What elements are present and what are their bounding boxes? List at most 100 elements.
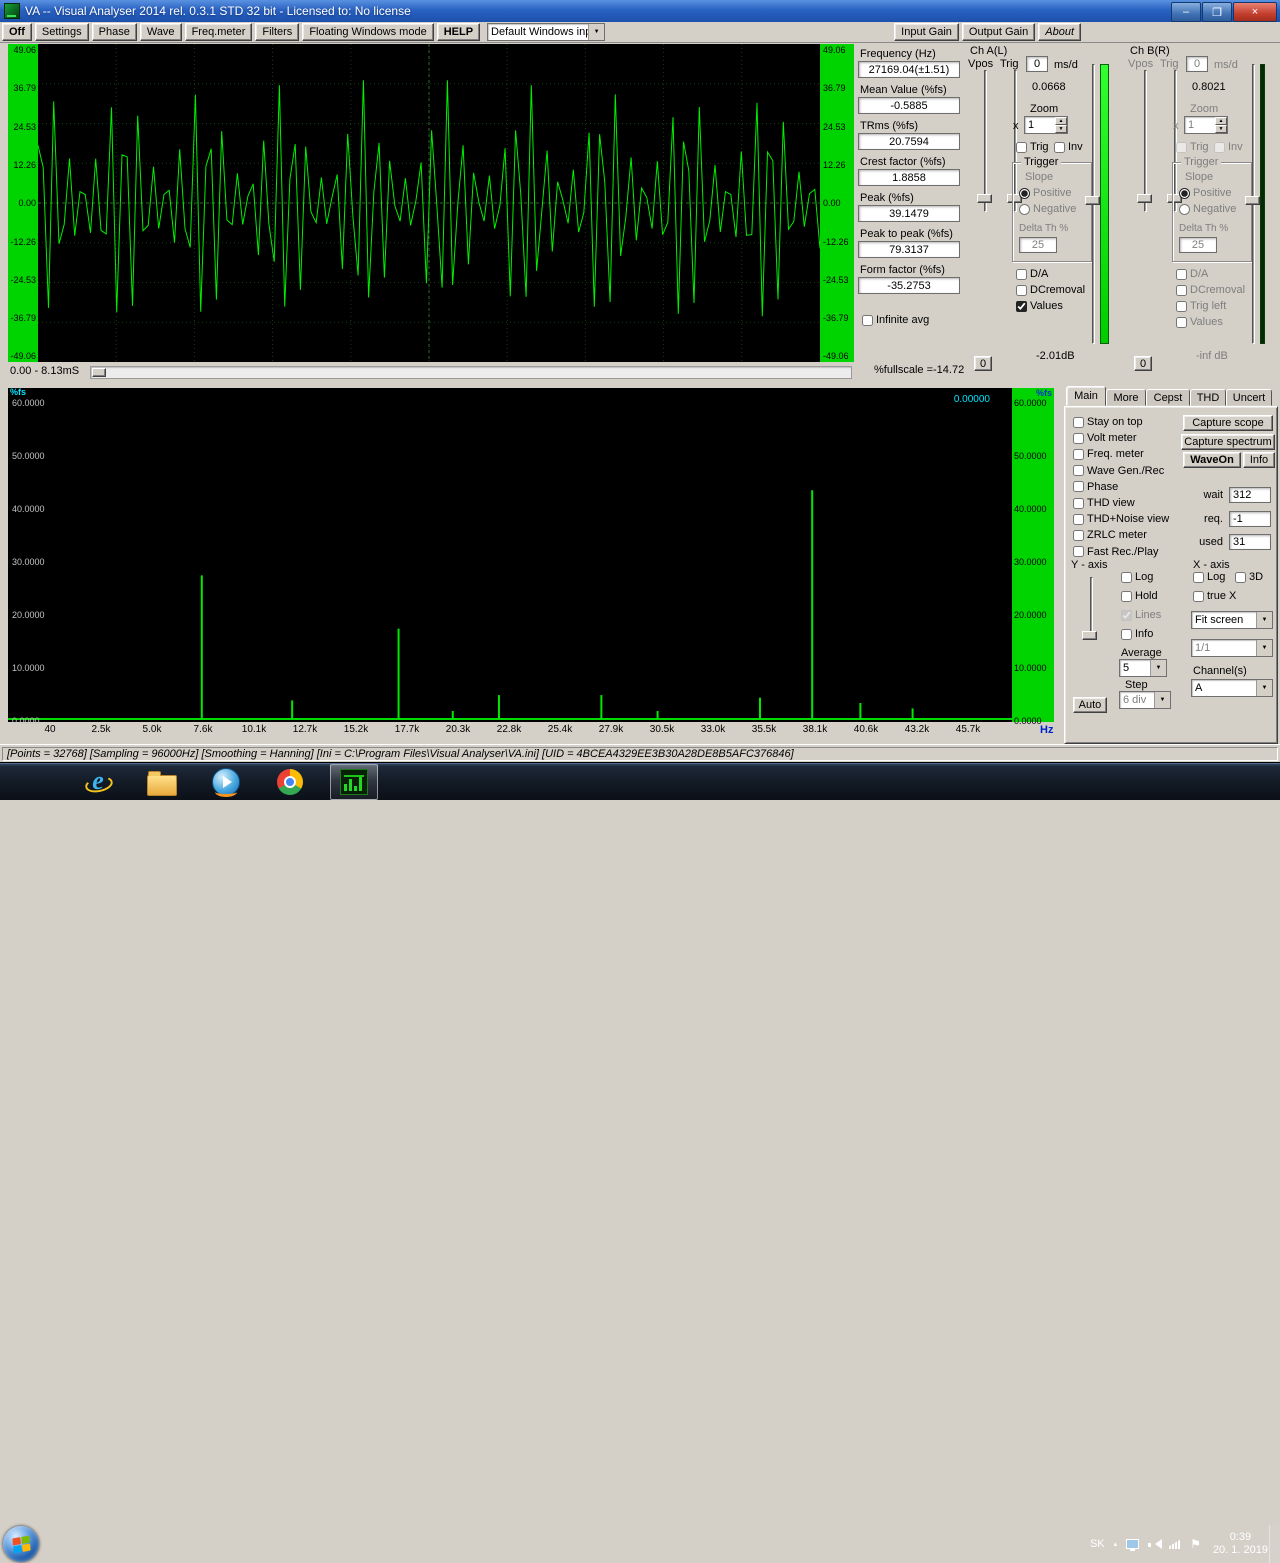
option-thd-noise-view-checkbox[interactable] bbox=[1073, 514, 1084, 525]
option-freq-meter[interactable]: Freq. meter bbox=[1073, 448, 1144, 460]
fit-screen-select[interactable]: Fit screen▼ bbox=[1191, 611, 1273, 629]
channel-a-vpos-slider[interactable] bbox=[984, 70, 987, 212]
auto-button[interactable]: Auto bbox=[1073, 697, 1107, 713]
y-axis-slider[interactable] bbox=[1090, 577, 1093, 639]
channel-a-check-values-checkbox[interactable] bbox=[1016, 301, 1027, 312]
option-thd-view[interactable]: THD view bbox=[1073, 497, 1135, 509]
channel-a-check-dcremoval-checkbox[interactable] bbox=[1016, 285, 1027, 296]
channel-a-slope-positive-radio[interactable] bbox=[1019, 188, 1030, 199]
channel-b-inv-check-checkbox[interactable] bbox=[1214, 142, 1225, 153]
channel-a-zero-button[interactable]: 0 bbox=[974, 356, 992, 371]
option-wave-gen-rec[interactable]: Wave Gen./Rec bbox=[1073, 465, 1164, 477]
step-select[interactable]: 6 div▼ bbox=[1119, 691, 1171, 709]
option-thd-view-checkbox[interactable] bbox=[1073, 498, 1084, 509]
y-axis-info[interactable]: Info bbox=[1121, 628, 1153, 640]
average-select-dropdown-icon[interactable]: ▼ bbox=[1150, 660, 1166, 676]
y-axis-info-checkbox[interactable] bbox=[1121, 629, 1132, 640]
channel-b-check-values[interactable]: Values bbox=[1176, 316, 1223, 328]
channel-b-delta-value[interactable]: 25 bbox=[1179, 237, 1217, 253]
average-select[interactable]: 5▼ bbox=[1119, 659, 1167, 677]
channel-b-check-trig-left[interactable]: Trig left bbox=[1176, 300, 1226, 312]
channel-a-zoom-spinner-buttons[interactable]: ▲▼ bbox=[1055, 117, 1067, 133]
field-wait-input[interactable]: 312 bbox=[1229, 487, 1271, 503]
floating-windows-button[interactable]: Floating Windows mode bbox=[302, 23, 433, 41]
y-axis-slider-thumb[interactable] bbox=[1082, 631, 1097, 640]
channel-a-slope-negative[interactable]: Negative bbox=[1019, 203, 1076, 215]
channel-a-check-d-a-checkbox[interactable] bbox=[1016, 269, 1027, 280]
channel-b-inv-check[interactable]: Inv bbox=[1214, 141, 1243, 153]
channel-a-zoom-spinner-up-icon[interactable]: ▲ bbox=[1055, 117, 1067, 125]
y-axis-lines[interactable]: Lines bbox=[1121, 609, 1161, 621]
taskbar-chrome[interactable] bbox=[266, 764, 314, 800]
x-axis-truex-checkbox[interactable] bbox=[1193, 591, 1204, 602]
input-gain-button[interactable]: Input Gain bbox=[894, 23, 959, 41]
language-indicator[interactable]: SK bbox=[1090, 1538, 1105, 1550]
channel-a-level-thumb[interactable] bbox=[1085, 196, 1100, 205]
start-button[interactable] bbox=[3, 1526, 39, 1562]
channel-b-check-dcremoval-checkbox[interactable] bbox=[1176, 285, 1187, 296]
channel-b-level-thumb[interactable] bbox=[1245, 196, 1260, 205]
channel-a-trig-check-checkbox[interactable] bbox=[1016, 142, 1027, 153]
scope-scrollbar[interactable] bbox=[90, 366, 852, 379]
channel-b-slope-negative[interactable]: Negative bbox=[1179, 203, 1236, 215]
option-fast-rec-play[interactable]: Fast Rec./Play bbox=[1073, 546, 1159, 558]
tab-thd[interactable]: THD bbox=[1190, 389, 1226, 406]
option-zrlc-meter-checkbox[interactable] bbox=[1073, 530, 1084, 541]
channel-b-trig-check[interactable]: Trig bbox=[1176, 141, 1209, 153]
capture-scope-button[interactable]: Capture scope bbox=[1183, 415, 1273, 431]
field-req-input[interactable]: -1 bbox=[1229, 511, 1271, 527]
option-thd-noise-view[interactable]: THD+Noise view bbox=[1073, 513, 1169, 525]
channel-a-offset-box[interactable]: 0 bbox=[1026, 56, 1048, 72]
action-center-icon[interactable]: ⚑ bbox=[1190, 1538, 1201, 1550]
tab-cepst[interactable]: Cepst bbox=[1146, 389, 1190, 406]
taskbar-visual-analyser[interactable] bbox=[330, 764, 378, 800]
tab-uncert[interactable]: Uncert bbox=[1226, 389, 1272, 406]
x-axis-log[interactable]: Log bbox=[1193, 571, 1225, 583]
channel-b-slope-positive[interactable]: Positive bbox=[1179, 187, 1232, 199]
channel-a-inv-check[interactable]: Inv bbox=[1054, 141, 1083, 153]
info-button[interactable]: Info bbox=[1243, 452, 1275, 468]
scope-scrollbar-handle[interactable] bbox=[92, 368, 106, 377]
close-button[interactable]: × bbox=[1233, 2, 1277, 22]
y-axis-log-checkbox[interactable] bbox=[1121, 572, 1132, 583]
option-fast-rec-play-checkbox[interactable] bbox=[1073, 546, 1084, 557]
y-axis-hold[interactable]: Hold bbox=[1121, 590, 1158, 602]
channel-a-inv-check-checkbox[interactable] bbox=[1054, 142, 1065, 153]
tab-main[interactable]: Main bbox=[1066, 386, 1106, 406]
show-desktop-button[interactable] bbox=[1269, 1525, 1280, 1563]
freq-meter-button[interactable]: Freq.meter bbox=[185, 23, 253, 41]
channel-b-slope-negative-radio[interactable] bbox=[1179, 204, 1190, 215]
channel-b-trig-check-checkbox[interactable] bbox=[1176, 142, 1187, 153]
taskbar-internet-explorer[interactable]: e bbox=[74, 764, 122, 800]
channel-a-vpos-slider-thumb[interactable] bbox=[977, 194, 992, 203]
channel-b-vpos-slider-thumb[interactable] bbox=[1137, 194, 1152, 203]
step-select-dropdown-icon[interactable]: ▼ bbox=[1154, 692, 1170, 708]
channel-a-check-values[interactable]: Values bbox=[1016, 300, 1063, 312]
field-used-input[interactable]: 31 bbox=[1229, 534, 1271, 550]
infinite-avg-checkbox[interactable] bbox=[862, 315, 873, 326]
channel-a-check-dcremoval[interactable]: DCremoval bbox=[1016, 284, 1085, 296]
off-button[interactable]: Off bbox=[2, 23, 32, 41]
channel-b-vpos-slider[interactable] bbox=[1144, 70, 1147, 212]
maximize-button[interactable]: ❐ bbox=[1202, 2, 1232, 22]
help-button[interactable]: HELP bbox=[437, 23, 480, 41]
x-axis-3d[interactable]: 3D bbox=[1235, 571, 1263, 583]
option-volt-meter-checkbox[interactable] bbox=[1073, 433, 1084, 444]
channel-b-slope-positive-radio[interactable] bbox=[1179, 188, 1190, 199]
option-stay-on-top[interactable]: Stay on top bbox=[1073, 416, 1143, 428]
channel-b-zero-button[interactable]: 0 bbox=[1134, 356, 1152, 371]
ratio-select[interactable]: 1/1▼ bbox=[1191, 639, 1273, 657]
channel-select-dropdown-icon[interactable]: ▼ bbox=[1256, 680, 1272, 696]
option-phase[interactable]: Phase bbox=[1073, 481, 1118, 493]
channel-b-check-trig-left-checkbox[interactable] bbox=[1176, 301, 1187, 312]
channel-a-check-d-a[interactable]: D/A bbox=[1016, 268, 1048, 280]
channel-a-delta-value[interactable]: 25 bbox=[1019, 237, 1057, 253]
channel-b-offset-box[interactable]: 0 bbox=[1186, 56, 1208, 72]
settings-button[interactable]: Settings bbox=[35, 23, 89, 41]
wave-button[interactable]: Wave bbox=[140, 23, 182, 41]
option-zrlc-meter[interactable]: ZRLC meter bbox=[1073, 529, 1147, 541]
clock[interactable]: 0:39 20. 1. 2019 bbox=[1213, 1531, 1268, 1557]
infinite-avg[interactable]: Infinite avg bbox=[862, 314, 929, 326]
channel-b-zoom-spinner-buttons[interactable]: ▲▼ bbox=[1215, 117, 1227, 133]
channel-b-zoom-spinner[interactable]: 1▲▼ bbox=[1184, 116, 1228, 134]
